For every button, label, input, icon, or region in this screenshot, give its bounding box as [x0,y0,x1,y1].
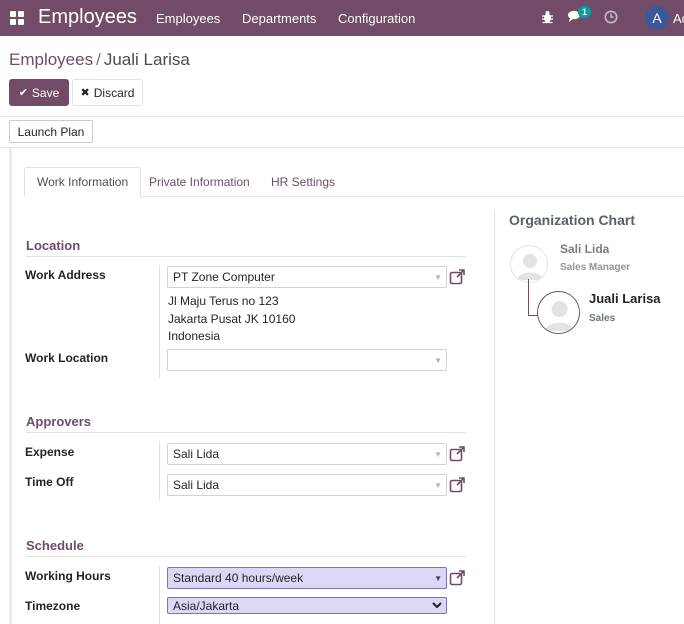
manager-name[interactable]: Sali Lida [560,242,609,256]
user-avatar[interactable]: A [645,6,669,30]
working-hours-label: Working Hours [25,569,111,583]
external-link-icon[interactable] [449,446,465,462]
breadcrumb: Employees / Juali Larisa [9,50,190,70]
location-title: Location [26,238,81,253]
save-label: Save [31,85,60,100]
breadcrumb-current: Juali Larisa [103,50,190,69]
control-panel-divider [0,116,684,117]
address-line-3: Indonesia [168,329,221,343]
chevron-down-icon: ▼ [434,273,442,282]
work-address-select[interactable]: PT Zone Computer ▼ [167,266,447,288]
approvers-divider [26,432,466,433]
apps-grid-icon[interactable] [10,11,24,25]
timezone-value: Asia/Jakarta [173,599,240,613]
breadcrumb-parent[interactable]: Employees [9,50,93,69]
tab-hr-settings[interactable]: HR Settings [259,167,347,197]
chevron-down-icon: ▼ [434,481,442,490]
time-off-approver-select[interactable]: Sali Lida ▼ [167,474,447,496]
manager-job: Sales Manager [560,262,631,273]
menu-departments[interactable]: Departments [242,11,316,26]
chat-count-badge: 1 [578,6,592,18]
app-title[interactable]: Employees [38,6,137,29]
schedule-divider [26,556,466,557]
expense-label: Expense [25,445,75,459]
external-link-icon[interactable] [449,269,465,285]
person-icon [538,292,579,333]
tab-work-information[interactable]: Work Information [24,167,142,197]
menu-employees[interactable]: Employees [156,11,220,26]
location-divider [26,256,466,257]
working-hours-value: Standard 40 hours/week [173,571,304,585]
discard-button[interactable]: ✖ Discard [72,79,143,106]
close-icon: ✖ [80,87,90,99]
work-location-select[interactable]: ▼ [167,349,447,371]
discard-label: Discard [93,85,135,100]
approvers-title: Approvers [26,414,92,429]
column-separator [494,210,495,624]
org-chart-title: Organization Chart [509,212,636,228]
user-name[interactable]: Ac [673,11,684,26]
bug-icon[interactable] [541,10,554,24]
external-link-icon[interactable] [449,570,465,586]
manager-avatar[interactable] [510,245,548,283]
time-off-label: Time Off [25,475,74,489]
work-address-label: Work Address [25,268,106,282]
launch-plan-button[interactable]: Launch Plan [9,120,93,143]
field-separator [159,441,160,501]
employee-job: Sales [589,313,616,324]
breadcrumb-separator: / [96,50,101,69]
expense-approver-select[interactable]: Sali Lida ▼ [167,443,447,465]
check-icon: ✔ [18,87,28,99]
field-separator [159,265,160,379]
timezone-select[interactable]: Asia/Jakarta [167,597,447,614]
external-link-icon[interactable] [449,477,465,493]
work-address-value: PT Zone Computer [173,270,275,284]
chevron-down-icon [432,602,442,609]
field-separator [159,566,160,624]
clock-icon[interactable] [604,10,618,24]
address-line-1: Jl Maju Terus no 123 [168,294,279,308]
address-line-2: Jakarta Pusat JK 10160 [168,312,296,326]
chevron-down-icon: ▼ [434,356,442,365]
schedule-title: Schedule [26,538,84,553]
chevron-down-icon: ▼ [434,574,442,583]
employee-name: Juali Larisa [589,291,661,306]
top-navbar: Employees Employees Departments Configur… [0,0,684,36]
chevron-down-icon: ▼ [434,450,442,459]
expense-approver-value: Sali Lida [173,447,220,461]
time-off-approver-value: Sali Lida [173,478,220,492]
employee-avatar[interactable] [537,291,580,334]
working-hours-select[interactable]: Standard 40 hours/week ▼ [167,567,447,589]
work-location-label: Work Location [25,351,109,365]
tab-private-information[interactable]: Private Information [137,167,262,197]
timezone-label: Timezone [25,599,81,613]
menu-configuration[interactable]: Configuration [338,11,415,26]
save-button[interactable]: ✔ Save [9,79,69,106]
